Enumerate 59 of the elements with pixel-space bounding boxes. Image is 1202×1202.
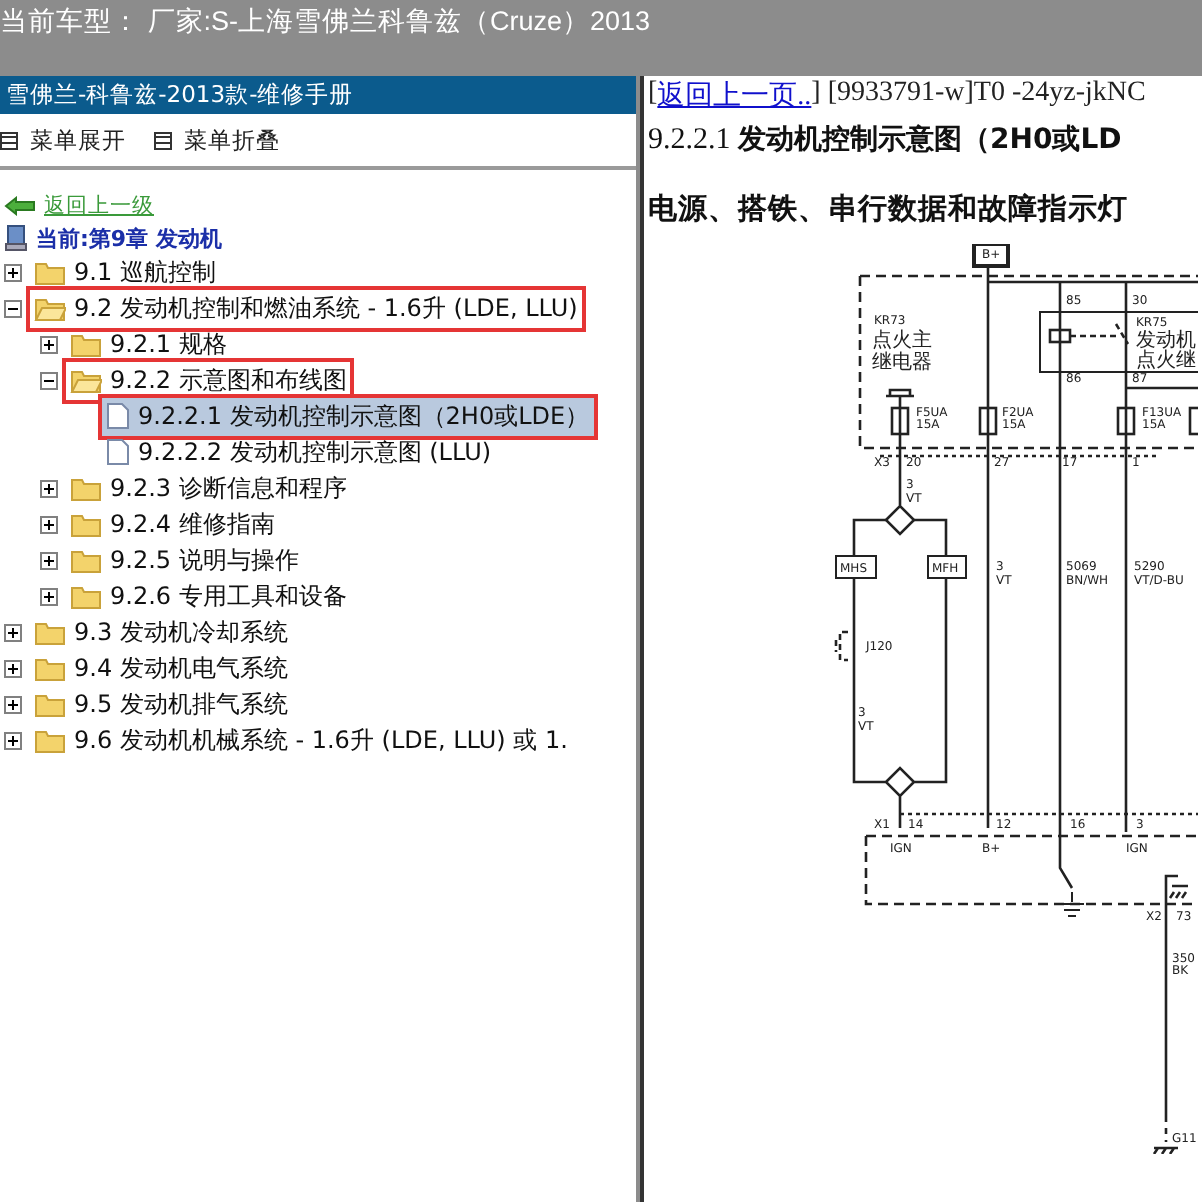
document-code: ] [9933791-w]T0 -24yz-jkNC [811,78,1146,112]
expand-toggle[interactable] [40,515,58,533]
collapse-toggle[interactable] [40,371,58,389]
back-link[interactable]: 返回上一级 [44,192,154,220]
tree-item[interactable]: 9.2.5 说明与操作 [66,541,303,579]
document-icon [106,438,130,466]
expand-toggle[interactable] [40,587,58,605]
tree-item[interactable]: 9.2.2.2 发动机控制示意图 (LLU) [102,433,496,471]
expand-toggle[interactable] [40,551,58,569]
section-heading: 电源、搭铁、串行数据和故障指示灯 [646,191,1130,228]
page-heading: 9.2.2.1 发动机控制示意图（2H0或LD [646,122,1124,158]
folder-icon [34,691,66,717]
folder-icon [70,475,102,501]
tree-item[interactable]: 9.2.4 维修指南 [66,505,279,543]
back-arrow-icon [4,196,36,216]
list-icon [0,131,18,149]
expand-toggle[interactable] [40,479,58,497]
tree-item[interactable]: 9.2.6 专用工具和设备 [66,577,351,615]
folder-icon [70,331,102,357]
tree-item[interactable]: 9.2.1 规格 [66,325,231,363]
bracket-text: [ [648,78,658,112]
manual-title: 雪佛兰-科鲁兹-2013款-维修手册 [0,76,636,114]
tree-item[interactable]: 9.3 发动机冷却系统 [30,613,292,651]
tree-item[interactable]: 9.6 发动机机械系统 - 1.6升 (LDE, LLU) 或 1. [30,721,572,759]
current-chapter: 当前:第9章 发动机 [36,223,222,253]
menu-action-button[interactable]: 菜单折叠 [154,125,280,155]
expand-toggle[interactable] [4,659,22,677]
open-folder-icon [70,367,102,393]
folder-icon [34,727,66,753]
folder-icon [34,259,66,285]
expand-toggle[interactable] [4,731,22,749]
menu-action-button[interactable]: 菜单展开 [0,125,126,155]
tree-item[interactable]: 9.5 发动机排气系统 [30,685,292,723]
tree-item[interactable]: 9.1 巡航控制 [30,253,220,291]
folder-icon [70,583,102,609]
list-icon [154,131,172,149]
diagram-label: 继电器 [872,352,932,374]
diagram-label: 发动机 [1136,330,1196,352]
diagram-label: 点火主 [872,330,932,352]
tree-item[interactable]: 9.2.2 示意图和布线图 [66,361,351,399]
expand-toggle[interactable] [40,335,58,353]
tree-item[interactable]: 9.2 发动机控制和燃油系统 - 1.6升 (LDE, LLU) [30,289,582,327]
document-icon [106,402,130,430]
diagram-label: 点火继 [1136,350,1196,372]
back-page-link[interactable]: 返回上一页.. [657,78,812,114]
open-folder-icon [34,295,66,321]
computer-icon [4,224,28,252]
folder-icon [70,547,102,573]
expand-toggle[interactable] [4,695,22,713]
vehicle-model-title: 当前车型： 厂家:S-上海雪佛兰科鲁兹（Cruze）2013 [0,4,651,40]
folder-icon [34,655,66,681]
folder-icon [70,511,102,537]
tree-item[interactable]: 9.2.3 诊断信息和程序 [66,469,351,507]
expand-toggle[interactable] [4,263,22,281]
folder-icon [34,619,66,645]
tree-item[interactable]: 9.2.2.1 发动机控制示意图（2H0或LDE） [102,397,594,435]
tree-item[interactable]: 9.4 发动机电气系统 [30,649,292,687]
collapse-toggle[interactable] [4,299,22,317]
expand-toggle[interactable] [4,623,22,641]
